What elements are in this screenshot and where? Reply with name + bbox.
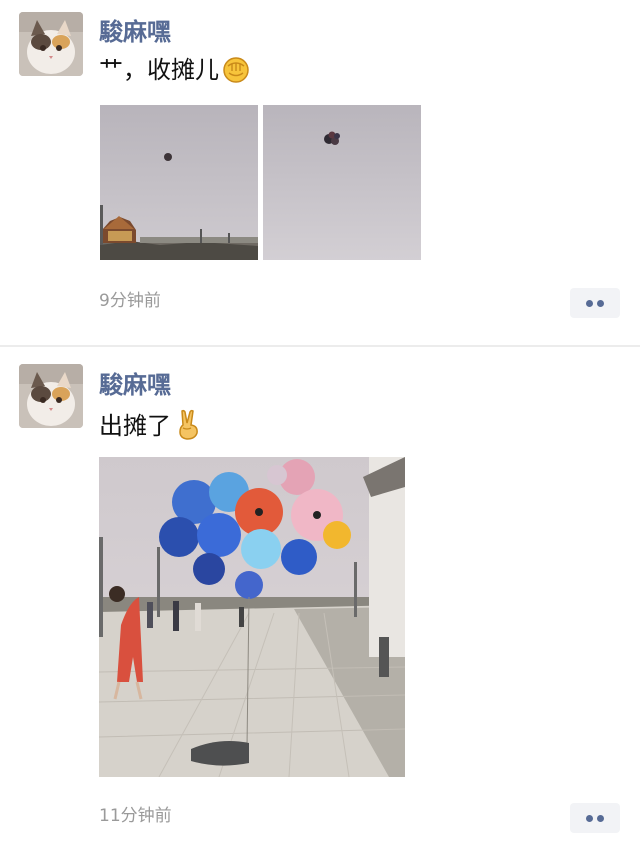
moments-feed: 駿麻嘿 艹，收摊儿 9分钟前 駿麻嘿 出摊了 11分钟前: [0, 0, 640, 853]
victory-hand-icon: [173, 408, 203, 448]
dot-icon: [597, 300, 604, 307]
fist-emoji-icon: [221, 54, 251, 92]
moment-post: 駿麻嘿 艹，收摊儿 9分钟前: [0, 0, 640, 346]
avatar[interactable]: [19, 364, 83, 428]
cat-avatar-image: [19, 364, 83, 428]
dot-icon: [586, 815, 593, 822]
dot-icon: [586, 300, 593, 307]
username[interactable]: 駿麻嘿: [99, 370, 171, 400]
username[interactable]: 駿麻嘿: [99, 17, 171, 47]
more-options-button[interactable]: [570, 803, 620, 833]
post-text-content: 出摊了: [99, 412, 171, 440]
more-options-button[interactable]: [570, 288, 620, 318]
balloon-vendor-photo[interactable]: [99, 457, 405, 777]
moment-post: 駿麻嘿 出摊了 11分钟前: [0, 347, 640, 853]
post-time: 11分钟前: [99, 806, 172, 826]
post-time: 9分钟前: [99, 291, 161, 311]
post-text: 艹，收摊儿: [99, 54, 251, 92]
balloon-in-sky-photo-close[interactable]: [263, 105, 421, 260]
cat-avatar-image: [19, 12, 83, 76]
post-text: 出摊了: [99, 408, 203, 448]
post-text-content: 艹，收摊儿: [99, 56, 219, 84]
balloon-in-sky-photo-wide[interactable]: [100, 105, 258, 260]
avatar[interactable]: [19, 12, 83, 76]
dot-icon: [597, 815, 604, 822]
